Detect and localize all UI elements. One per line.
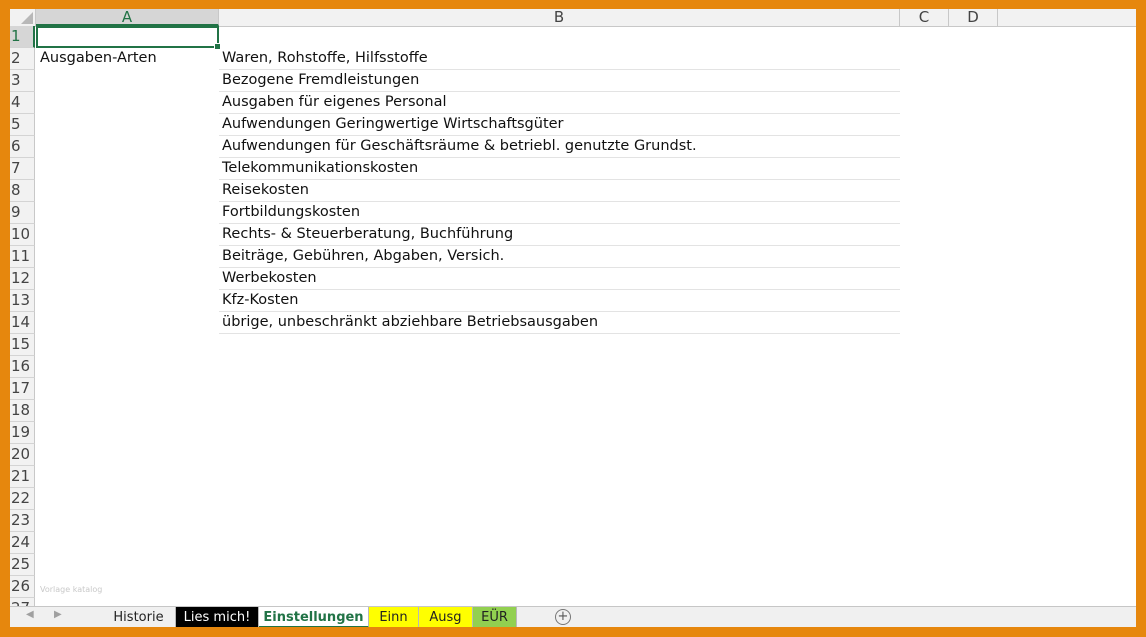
row-header-4[interactable]: 4	[10, 92, 35, 114]
active-cell-a1[interactable]	[36, 26, 221, 50]
row-header-13[interactable]: 13	[10, 290, 35, 312]
cell-b5[interactable]: Aufwendungen Geringwertige Wirtschaftsgü…	[219, 114, 900, 136]
row-header-12[interactable]: 12	[10, 268, 35, 290]
sheet-tab-3[interactable]: Einstellungen	[259, 607, 369, 627]
cell-b4[interactable]: Ausgaben für eigenes Personal	[219, 92, 900, 114]
sheet-tab-2[interactable]: Lies mich!	[176, 607, 259, 627]
row-header-22[interactable]: 22	[10, 488, 35, 510]
row-header-19[interactable]: 19	[10, 422, 35, 444]
plus-circle-icon[interactable]: +	[555, 609, 571, 625]
row-header-26[interactable]: 26	[10, 576, 35, 598]
row-header-8[interactable]: 8	[10, 180, 35, 202]
row-header-5[interactable]: 5	[10, 114, 35, 136]
app-frame: A B C D 1 2 3 4 5 6 7 8 9 10 11 12 13 14 15 16 17 18 19 20 2…	[0, 0, 1146, 637]
cell-b3[interactable]: Bezogene Fremdleistungen	[219, 70, 900, 92]
row-header-18[interactable]: 18	[10, 400, 35, 422]
row-header-7[interactable]: 7	[10, 158, 35, 180]
cell-b2[interactable]: Waren, Rohstoffe, Hilfsstoffe	[219, 48, 900, 70]
column-header-d[interactable]: D	[949, 9, 998, 26]
cell-b11[interactable]: Beiträge, Gebühren, Abgaben, Versich.	[219, 246, 900, 268]
sheet-tab-6[interactable]: EÜR	[473, 607, 517, 627]
triangle-left-icon[interactable]: ◀	[26, 609, 34, 620]
row-header-16[interactable]: 16	[10, 356, 35, 378]
row-header-23[interactable]: 23	[10, 510, 35, 532]
row-header-9[interactable]: 9	[10, 202, 35, 224]
row-header-11[interactable]: 11	[10, 246, 35, 268]
row-header-15[interactable]: 15	[10, 334, 35, 356]
select-all-corner[interactable]	[10, 9, 36, 26]
watermark-text: Vorlage katalog	[40, 585, 103, 594]
row-header-14[interactable]: 14	[10, 312, 35, 334]
column-header-c[interactable]: C	[900, 9, 949, 26]
triangle-right-icon[interactable]: ▶	[54, 609, 62, 620]
cell-a2[interactable]: Ausgaben-Arten	[37, 48, 220, 69]
select-all-triangle-icon	[21, 12, 33, 24]
sheet-tab-5[interactable]: Ausg	[419, 607, 473, 627]
row-header-10[interactable]: 10	[10, 224, 35, 246]
sheet-tab-1[interactable]: Historie	[102, 607, 176, 627]
row-header-20[interactable]: 20	[10, 444, 35, 466]
cell-b14[interactable]: übrige, unbeschränkt abziehbare Betriebs…	[219, 312, 900, 334]
row-header-25[interactable]: 25	[10, 554, 35, 576]
cell-b10[interactable]: Rechts- & Steuerberatung, Buchführung	[219, 224, 900, 246]
column-header-b[interactable]: B	[219, 9, 900, 26]
cell-b9[interactable]: Fortbildungskosten	[219, 202, 900, 224]
row-header-24[interactable]: 24	[10, 532, 35, 554]
row-header-17[interactable]: 17	[10, 378, 35, 400]
cell-b13[interactable]: Kfz-Kosten	[219, 290, 900, 312]
column-header-a[interactable]: A	[36, 9, 219, 26]
cell-b7[interactable]: Telekommunikationskosten	[219, 158, 900, 180]
cell-b12[interactable]: Werbekosten	[219, 268, 900, 290]
row-header-21[interactable]: 21	[10, 466, 35, 488]
sheet-tab-4[interactable]: Einn	[369, 607, 419, 627]
column-header-row: A B C D	[10, 9, 1136, 27]
row-header-2[interactable]: 2	[10, 48, 35, 70]
row-header-3[interactable]: 3	[10, 70, 35, 92]
sheet-tab-bar: ◀ ▶ Historie Lies mich! Einstellungen Einn A…	[10, 606, 1136, 627]
cell-b8[interactable]: Reisekosten	[219, 180, 900, 202]
row-header-6[interactable]: 6	[10, 136, 35, 158]
row-header-1[interactable]: 1	[10, 26, 35, 48]
cell-b6[interactable]: Aufwendungen für Geschäftsräume & betrie…	[219, 136, 900, 158]
